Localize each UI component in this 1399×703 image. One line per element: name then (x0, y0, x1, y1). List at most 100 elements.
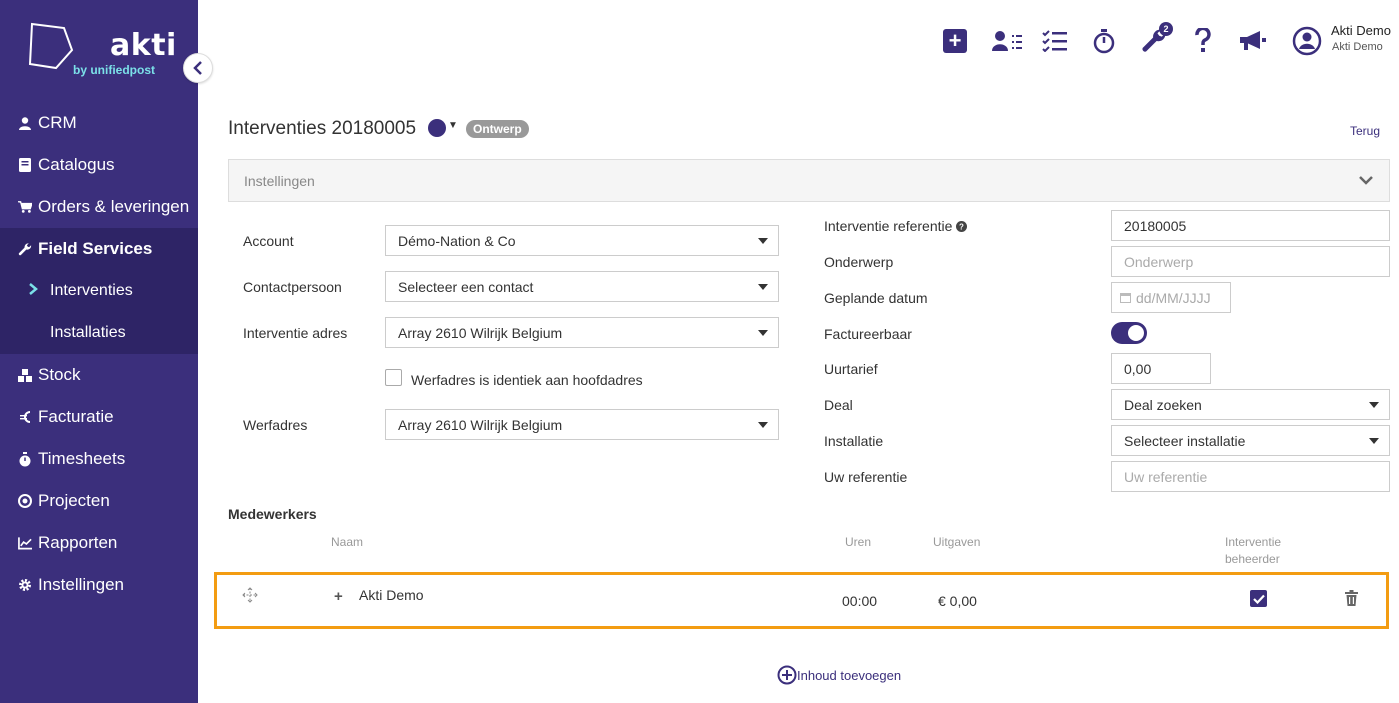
ref-label-text: Interventie referentie (824, 218, 953, 234)
account-value: Démo-Nation & Co (398, 232, 516, 249)
timer-button[interactable] (1093, 26, 1115, 56)
user-menu-button[interactable] (1292, 26, 1322, 56)
logo[interactable]: akti by unifiedpost (0, 0, 198, 100)
status-color-picker[interactable] (428, 119, 446, 137)
werfadres-select[interactable]: Array 2610 Wilrijk Belgium (385, 409, 779, 440)
panel-title: Instellingen (244, 173, 315, 189)
page-title: Interventies 20180005 (228, 118, 417, 139)
sidebar-item-projecten[interactable]: Projecten (0, 480, 198, 522)
stopwatch-icon (1093, 28, 1115, 53)
sidebar-item-crm[interactable]: CRM (0, 102, 198, 144)
back-link[interactable]: Terug (1350, 124, 1380, 138)
checklist-icon (1042, 30, 1067, 52)
manager-checkbox[interactable] (1250, 590, 1267, 607)
sidebar-item-label: CRM (38, 113, 77, 132)
employee-expenses: € 0,00 (938, 593, 977, 609)
caret-down-icon (1369, 438, 1379, 444)
contacts-list-button[interactable] (991, 26, 1023, 56)
sidebar-item-label: Instellingen (38, 575, 125, 594)
question-circle-icon[interactable]: ? (956, 221, 968, 232)
contact-value: Selecteer een contact (398, 278, 534, 295)
ref-input[interactable]: 20180005 (1111, 210, 1390, 241)
sidebar-item-label: Projecten (38, 491, 110, 510)
sidebar-item-catalogus[interactable]: Catalogus (0, 144, 198, 186)
caret-down-icon[interactable]: ▼ (448, 120, 458, 131)
plus-circle-icon (777, 665, 797, 685)
settings-panel-header[interactable]: Instellingen (228, 159, 1390, 202)
ref-label: Interventie referentie ? (824, 218, 968, 234)
contact-select[interactable]: Selecteer een contact (385, 271, 779, 302)
date-input[interactable]: dd/MM/JJJJ (1111, 282, 1231, 313)
megaphone-icon (1240, 31, 1266, 50)
collapse-sidebar-button[interactable] (183, 53, 213, 83)
subject-input[interactable]: Onderwerp (1111, 246, 1390, 277)
sidebar-item-label: Stock (38, 365, 81, 384)
logo-shape-icon (28, 22, 74, 70)
werfadres-label: Werfadres (243, 417, 308, 433)
chevron-down-icon (1359, 172, 1373, 188)
euro-icon (18, 410, 32, 424)
sidebar-item-label: Catalogus (38, 155, 115, 174)
sidebar-item-interventies[interactable]: Interventies (0, 270, 198, 312)
contact-label: Contactpersoon (243, 279, 342, 295)
user-icon (18, 116, 32, 130)
sidebar: akti by unifiedpost CRM Catalogus Orders… (0, 0, 198, 703)
sidebar-subnav: Interventies Installaties (0, 270, 198, 354)
sidebar-item-orders[interactable]: Orders & leveringen (0, 186, 198, 228)
book-icon (18, 158, 32, 172)
tasks-button[interactable] (1042, 26, 1068, 56)
add-content-button[interactable]: Inhoud toevoegen (777, 665, 901, 685)
cubes-icon (18, 368, 32, 382)
logo-text: akti (110, 28, 177, 63)
section-title: Medewerkers (228, 506, 317, 522)
toggle-knob (1128, 325, 1144, 341)
sidebar-item-label: Timesheets (38, 449, 126, 468)
announcements-button[interactable] (1238, 26, 1268, 56)
sidebar-item-field-services[interactable]: Field Services (0, 228, 198, 270)
sidebar-item-timesheets[interactable]: Timesheets (0, 438, 198, 480)
sidebar-item-label: Interventies (50, 282, 133, 299)
calendar-icon (1120, 293, 1131, 303)
add-button[interactable]: + (943, 26, 967, 56)
col-manager-header: Interventie (1225, 535, 1282, 549)
sidebar-nav: CRM Catalogus Orders & leveringen Field … (0, 102, 198, 606)
expand-plus-icon[interactable]: + (334, 588, 343, 605)
sidebar-item-rapporten[interactable]: Rapporten (0, 522, 198, 564)
sidebar-item-facturatie[interactable]: Facturatie (0, 396, 198, 438)
employee-name: Akti Demo (359, 587, 424, 603)
check-icon (1252, 594, 1265, 604)
same-address-label: Werfadres is identiek aan hoofdadres (411, 372, 643, 388)
address-value: Array 2610 Wilrijk Belgium (398, 324, 563, 341)
gear-icon (18, 578, 32, 592)
help-button[interactable] (1194, 26, 1212, 56)
svg-text:?: ? (959, 223, 964, 232)
wrench-icon (18, 242, 32, 257)
same-address-checkbox[interactable] (385, 369, 402, 386)
installation-select[interactable]: Selecteer installatie (1111, 425, 1390, 456)
sidebar-item-stock[interactable]: Stock (0, 354, 198, 396)
col-hours-header: Uren (845, 535, 872, 549)
address-select[interactable]: Array 2610 Wilrijk Belgium (385, 317, 779, 348)
tools-button[interactable]: 2 (1141, 22, 1173, 56)
hourly-input[interactable]: 0,00 (1111, 353, 1211, 384)
sidebar-item-installaties[interactable]: Installaties (0, 312, 198, 354)
caret-down-icon (758, 422, 768, 428)
account-select[interactable]: Démo-Nation & Co (385, 225, 779, 256)
chevron-left-icon (193, 61, 202, 75)
address-label: Interventie adres (243, 325, 348, 341)
your-ref-input[interactable]: Uw referentie (1111, 461, 1390, 492)
caret-down-icon (758, 238, 768, 244)
cart-icon (18, 200, 32, 214)
billable-label: Factureerbaar (824, 326, 912, 342)
installation-label: Installatie (824, 433, 884, 449)
billable-toggle[interactable] (1111, 322, 1147, 344)
trash-icon[interactable] (1345, 590, 1358, 609)
sidebar-item-label: Rapporten (38, 533, 118, 552)
sidebar-item-instellingen[interactable]: Instellingen (0, 564, 198, 606)
deal-select[interactable]: Deal zoeken (1111, 389, 1390, 420)
avatar-icon (1292, 26, 1322, 56)
col-manager-header-2: beheerder (1225, 552, 1280, 566)
user-name[interactable]: Akti Demo (1331, 23, 1391, 38)
col-name-header: Naam (331, 535, 364, 549)
drag-handle-icon[interactable] (241, 587, 259, 606)
